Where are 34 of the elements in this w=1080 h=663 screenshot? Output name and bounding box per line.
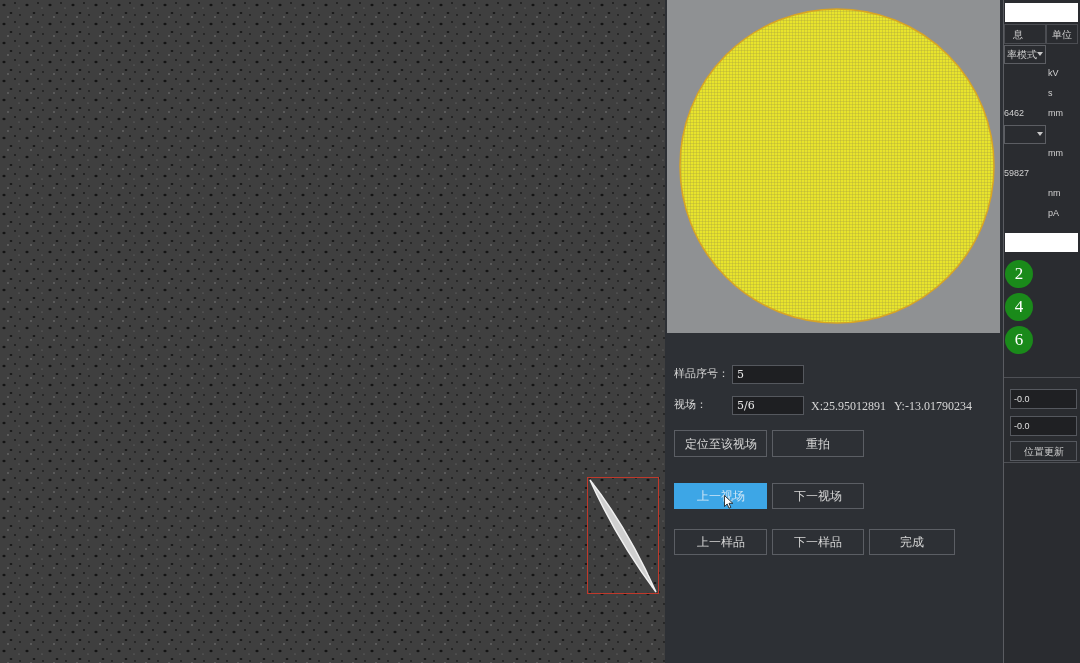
- input-field[interactable]: [1005, 3, 1078, 22]
- unit-text: mm: [1047, 107, 1063, 121]
- unit-text: pA: [1047, 207, 1059, 221]
- field-input[interactable]: 5: [732, 365, 804, 384]
- action-button[interactable]: 下一样品: [772, 529, 864, 555]
- action-button[interactable]: 完成: [869, 529, 955, 555]
- value-text: 6462: [1004, 107, 1025, 121]
- caret-icon: [1037, 132, 1043, 136]
- field-label: 视场：: [674, 397, 708, 414]
- field-number-badge[interactable]: 2: [1005, 260, 1033, 288]
- dropdown[interactable]: 率模式: [1004, 44, 1046, 64]
- field-number-badge[interactable]: 6: [1005, 326, 1033, 354]
- dropdown[interactable]: [1004, 124, 1046, 144]
- unit-text: nm: [1047, 187, 1061, 201]
- value-text: 59827: [1004, 167, 1030, 181]
- input-field[interactable]: [1005, 233, 1078, 252]
- position-field[interactable]: -0.0: [1010, 416, 1077, 436]
- column-header: 息: [1004, 24, 1046, 44]
- coordinate-text: X:25.95012891: [811, 397, 886, 415]
- unit-text: s: [1047, 87, 1053, 101]
- position-field[interactable]: -0.0: [1010, 389, 1077, 409]
- field-label: 样品序号：: [674, 366, 730, 383]
- caret-icon: [1037, 52, 1043, 56]
- field-input[interactable]: 5/6: [732, 396, 804, 415]
- unit-text: mm: [1047, 147, 1063, 161]
- action-button[interactable]: 定位至该视场: [674, 430, 767, 457]
- update-position-button[interactable]: 位置更新: [1010, 441, 1077, 461]
- action-button[interactable]: 重拍: [772, 430, 864, 457]
- field-number-badge[interactable]: 4: [1005, 293, 1033, 321]
- unit-text: kV: [1047, 67, 1059, 81]
- action-button[interactable]: 上一样品: [674, 529, 767, 555]
- column-header: 单位: [1046, 24, 1078, 44]
- action-button[interactable]: 下一视场: [772, 483, 864, 509]
- coordinate-text: Y:-13.01790234: [894, 397, 972, 415]
